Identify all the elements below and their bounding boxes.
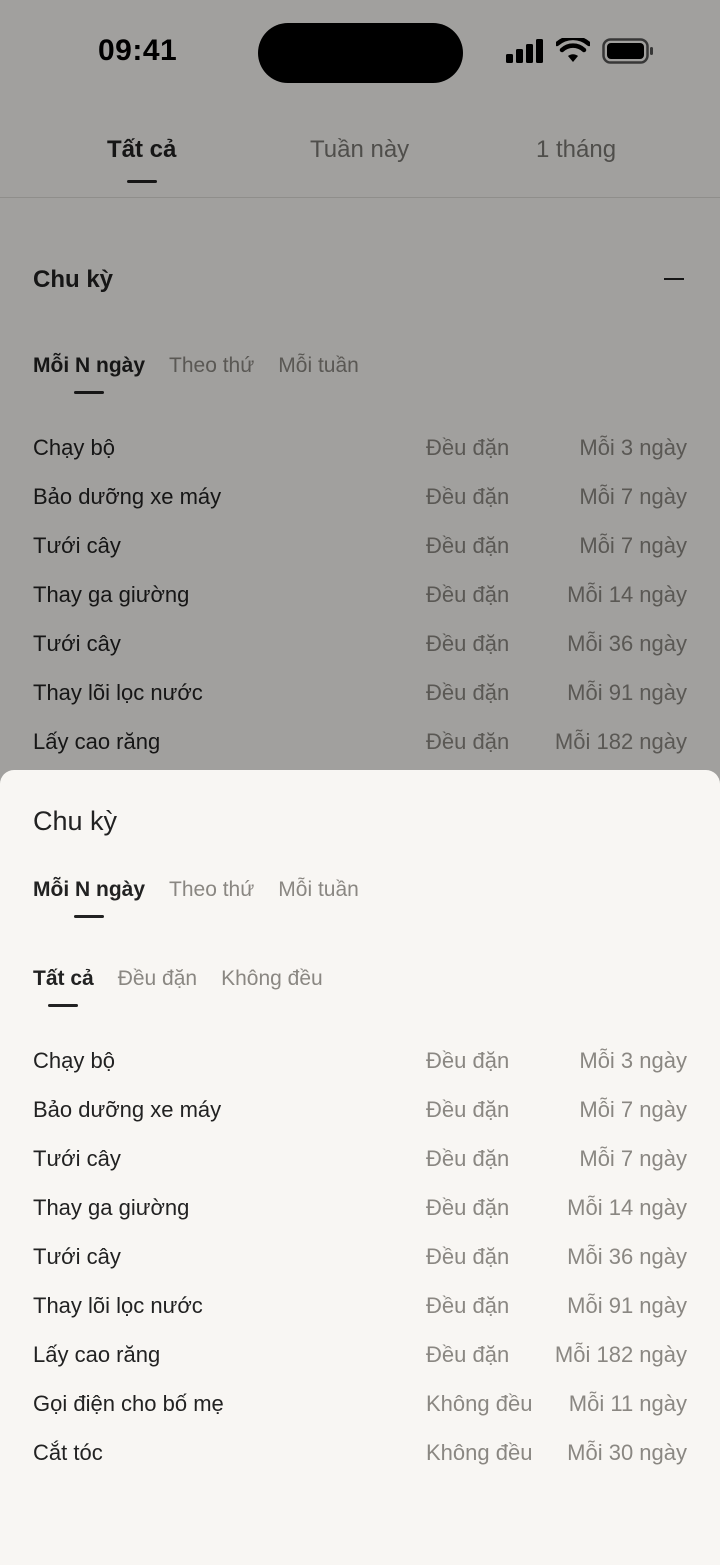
sheet-list-item[interactable]: Gọi điện cho bố mẹ Không đều Mỗi 11 ngày (33, 1391, 687, 1421)
sheet-list-item[interactable]: Bảo dưỡng xe máy Đều đặn Mỗi 7 ngày (33, 1097, 687, 1127)
item-kind: Không đều (426, 1440, 533, 1465)
item-frequency: Mỗi 30 ngày (567, 1440, 687, 1465)
mode-tab-label: Mỗi tuần (278, 878, 359, 901)
item-frequency: Mỗi 7 ngày (579, 1097, 687, 1122)
filter-tab-label: Đều đặn (117, 967, 198, 990)
filter-tab-label: Không đều (221, 967, 323, 990)
sheet-list-item[interactable]: Thay lõi lọc nước Đều đặn Mỗi 91 ngày (33, 1293, 687, 1323)
filter-tab-all[interactable]: Tất cả (33, 967, 94, 1007)
item-name: Cắt tóc (33, 1440, 103, 1465)
item-name: Thay lõi lọc nước (33, 1293, 203, 1318)
mode-tab-label: Mỗi N ngày (33, 878, 146, 901)
item-kind: Không đều (426, 1391, 533, 1416)
item-kind: Đều đặn (426, 1195, 510, 1220)
item-frequency: Mỗi 3 ngày (579, 1048, 687, 1073)
sheet-mode-tab-every-n-days[interactable]: Mỗi N ngày (33, 878, 146, 918)
sheet-list-item[interactable]: Chạy bộ Đều đặn Mỗi 3 ngày (33, 1048, 687, 1078)
filter-tab-regular[interactable]: Đều đặn (118, 967, 197, 991)
item-kind: Đều đặn (426, 1146, 510, 1171)
bottom-sheet: Chu kỳ Mỗi N ngày Theo thứ Mỗi tuần Tất … (0, 770, 720, 1565)
sheet-list-item[interactable]: Thay ga giường Đều đặn Mỗi 14 ngày (33, 1195, 687, 1225)
filter-tab-indicator (48, 1004, 79, 1007)
item-kind: Đều đặn (426, 1293, 510, 1318)
item-frequency: Mỗi 7 ngày (579, 1146, 687, 1171)
sheet-list-item[interactable]: Tưới cây Đều đặn Mỗi 7 ngày (33, 1146, 687, 1176)
item-frequency: Mỗi 36 ngày (567, 1244, 687, 1269)
item-kind: Đều đặn (426, 1342, 510, 1367)
sheet-mode-tab-every-week[interactable]: Mỗi tuần (278, 878, 359, 902)
item-name: Bảo dưỡng xe máy (33, 1097, 222, 1122)
item-frequency: Mỗi 11 ngày (568, 1391, 687, 1416)
item-name: Lấy cao răng (33, 1342, 161, 1367)
item-frequency: Mỗi 182 ngày (554, 1342, 687, 1367)
mode-tab-indicator (74, 915, 104, 918)
item-kind: Đều đặn (426, 1244, 510, 1269)
mode-tab-label: Theo thứ (169, 878, 255, 901)
item-name: Gọi điện cho bố mẹ (33, 1391, 224, 1416)
item-name: Tưới cây (33, 1146, 121, 1171)
item-frequency: Mỗi 91 ngày (567, 1293, 687, 1318)
item-kind: Đều đặn (426, 1048, 510, 1073)
sheet-list-item[interactable]: Cắt tóc Không đều Mỗi 30 ngày (33, 1440, 687, 1470)
sheet-title: Chu kỳ (33, 806, 118, 836)
item-name: Tưới cây (33, 1244, 121, 1269)
sheet-list-item[interactable]: Tưới cây Đều đặn Mỗi 36 ngày (33, 1244, 687, 1274)
sheet-mode-tabs: Mỗi N ngày Theo thứ Mỗi tuần (33, 878, 359, 918)
sheet-list-item[interactable]: Lấy cao răng Đều đặn Mỗi 182 ngày (33, 1342, 687, 1372)
item-kind: Đều đặn (426, 1097, 510, 1122)
item-name: Chạy bộ (33, 1048, 115, 1073)
sheet-mode-tab-by-weekday[interactable]: Theo thứ (169, 878, 254, 902)
filter-tab-irregular[interactable]: Không đều (221, 967, 323, 991)
item-frequency: Mỗi 14 ngày (567, 1195, 687, 1220)
item-name: Thay ga giường (33, 1195, 190, 1220)
sheet-filter-tabs: Tất cả Đều đặn Không đều (33, 967, 323, 1007)
filter-tab-label: Tất cả (33, 967, 94, 990)
